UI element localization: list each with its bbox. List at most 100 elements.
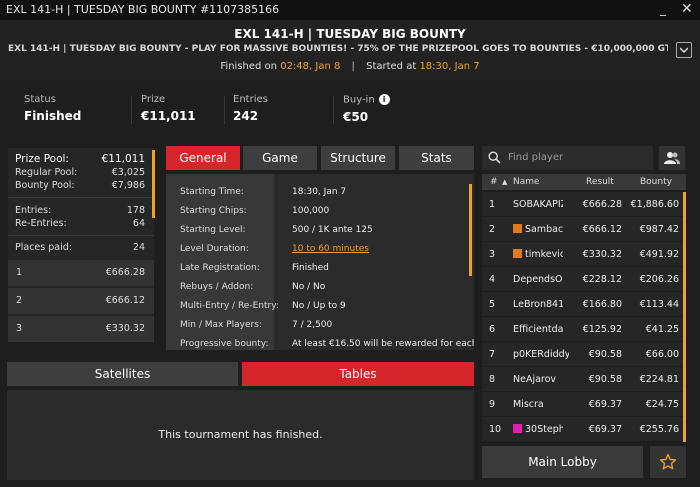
player-rank: 6 xyxy=(489,324,496,335)
leaderboard-header: # ▲ Name Result Bounty xyxy=(482,174,686,190)
tab-satellites[interactable]: Satellites xyxy=(7,362,238,386)
prize-panel: Prize Pool: €11,011 Regular Pool: €3,025… xyxy=(8,148,154,342)
leaderboard-scrollbar[interactable] xyxy=(683,192,686,442)
player-bounty: €1,886.60 xyxy=(630,199,679,210)
tab-general[interactable]: General xyxy=(166,146,240,170)
result-header[interactable]: Result xyxy=(586,177,614,187)
player-row[interactable]: 2 Sambacrew €666.12 €987.42 xyxy=(482,217,686,241)
prize-label: Prize xyxy=(141,94,166,105)
favorite-button[interactable] xyxy=(650,446,686,478)
player-rank: 2 xyxy=(489,224,496,235)
search-input[interactable]: Find player xyxy=(508,152,563,163)
player-rank: 9 xyxy=(489,399,496,410)
bounty-header[interactable]: Bounty xyxy=(640,177,672,187)
tab-game[interactable]: Game xyxy=(243,146,317,170)
bounty-pool-value: €7,986 xyxy=(111,180,145,191)
chevron-down-icon xyxy=(679,47,689,53)
places-paid-value: 24 xyxy=(132,242,145,253)
rank-header[interactable]: # xyxy=(490,177,498,187)
detail-label: Starting Level: xyxy=(180,225,246,235)
player-row[interactable]: 4 DependsOnTheDay €228.12 €206.26 xyxy=(482,267,686,291)
player-bounty: €255.76 xyxy=(639,424,679,435)
detail-value: 100,000 xyxy=(292,206,330,216)
users-icon xyxy=(664,152,680,164)
title-bar: EXL 141-H | TUESDAY BIG BOUNTY #11073851… xyxy=(0,0,700,20)
prize-stat: Prize €11,011 xyxy=(141,94,196,123)
star-icon xyxy=(659,453,677,470)
status-stat: Status Finished xyxy=(24,94,81,123)
regular-pool-value: €3,025 xyxy=(111,167,145,178)
player-row[interactable]: 10 30Stephen €69.37 €255.76 xyxy=(482,417,686,441)
player-bounty: €987.42 xyxy=(639,224,679,235)
tournament-subtitle: EXL 141-H | TUESDAY BIG BOUNTY - PLAY FO… xyxy=(8,44,668,54)
place-rank: 2 xyxy=(16,295,23,306)
player-flag-icon xyxy=(513,224,522,233)
tab-structure[interactable]: Structure xyxy=(321,146,395,170)
started-label: Started at xyxy=(366,61,417,72)
close-button[interactable]: ✕ xyxy=(681,1,693,17)
place-row: 1 €666.28 xyxy=(8,260,154,286)
player-row[interactable]: 3 timkevich €330.32 €491.92 xyxy=(482,242,686,266)
buyin-label-row: Buy-in i xyxy=(343,94,390,106)
detail-row: Starting Time: 18:30, Jan 7 xyxy=(166,183,474,202)
tab-tables[interactable]: Tables xyxy=(242,362,474,386)
minimize-button[interactable]: _ xyxy=(660,2,666,16)
player-search[interactable]: Find player xyxy=(482,146,653,170)
tournament-times: Finished on 02:48, Jan 8 | Started at 18… xyxy=(0,61,700,72)
player-result: €90.58 xyxy=(588,374,622,385)
player-result: €166.80 xyxy=(582,299,622,310)
player-result: €125.92 xyxy=(582,324,622,335)
finished-label: Finished on xyxy=(220,61,278,72)
friends-button[interactable] xyxy=(659,146,685,170)
place-prize: €666.12 xyxy=(105,295,145,306)
player-row[interactable]: 1 SOBAKAPIZDA €666.28 €1,886.60 xyxy=(482,192,686,216)
tournament-title: EXL 141-H | TUESDAY BIG BOUNTY xyxy=(234,27,466,41)
detail-value: 18:30, Jan 7 xyxy=(292,187,347,197)
details-scrollbar[interactable] xyxy=(469,184,472,276)
place-rank: 3 xyxy=(16,323,23,334)
expand-description-button[interactable] xyxy=(676,42,692,58)
detail-label: Late Registration: xyxy=(180,263,260,273)
player-name: Miscra xyxy=(513,399,544,410)
detail-label: Starting Chips: xyxy=(180,206,247,216)
player-row[interactable]: 5 LeBron841 €166.80 €113.44 xyxy=(482,292,686,316)
prize-value: €11,011 xyxy=(141,109,196,123)
name-header[interactable]: Name xyxy=(513,177,540,187)
sort-up-icon[interactable]: ▲ xyxy=(502,178,507,186)
player-name: 30Stephen xyxy=(525,424,563,435)
detail-value: 500 / 1K ante 125 xyxy=(292,225,373,235)
tables-message: This tournament has finished. xyxy=(158,428,323,441)
detail-label: Progressive bounty: xyxy=(180,339,269,349)
player-name: SOBAKAPIZDA xyxy=(513,199,563,210)
player-row[interactable]: 9 Miscra €69.37 €24.75 xyxy=(482,392,686,416)
player-name: p0KERdiddy xyxy=(513,349,569,360)
player-bounty: €113.44 xyxy=(639,299,679,310)
status-label: Status xyxy=(24,94,56,105)
player-name: timkevich xyxy=(525,249,563,260)
player-row[interactable]: 8 NeAjarov €90.58 €224.81 xyxy=(482,367,686,391)
player-rank: 4 xyxy=(489,274,496,285)
finished-time: 02:48, Jan 8 xyxy=(280,61,341,72)
player-rank: 10 xyxy=(489,424,502,435)
tab-stats[interactable]: Stats xyxy=(399,146,474,170)
info-icon[interactable]: i xyxy=(378,94,390,105)
player-row[interactable]: 6 Efficientdawg €125.92 €41.25 xyxy=(482,317,686,341)
bounty-pool-row: Bounty Pool: €7,986 xyxy=(15,180,145,191)
player-row[interactable]: 7 p0KERdiddy €90.58 €66.00 xyxy=(482,342,686,366)
general-details: Starting Time: 18:30, Jan 7 Starting Chi… xyxy=(166,174,474,350)
player-rank: 1 xyxy=(489,199,496,210)
player-bounty: €24.75 xyxy=(645,399,679,410)
tables-panel: This tournament has finished. xyxy=(7,390,474,480)
main-lobby-button[interactable]: Main Lobby xyxy=(482,446,643,478)
divider xyxy=(8,197,154,198)
prize-panel-scrollbar[interactable] xyxy=(152,150,155,218)
player-result: €666.12 xyxy=(582,224,622,235)
level-duration-link[interactable]: 10 to 60 minutes xyxy=(292,244,369,254)
window-title: EXL 141-H | TUESDAY BIG BOUNTY #11073851… xyxy=(6,3,280,16)
summary-stats: Status Finished Prize €11,011 Entries 24… xyxy=(0,80,700,140)
player-name-cell: timkevich xyxy=(513,249,563,260)
times-separator: | xyxy=(351,61,355,72)
detail-row: Level Duration: 10 to 60 minutes xyxy=(166,240,474,259)
player-flag-icon xyxy=(513,424,522,433)
prize-pool-value: €11,011 xyxy=(101,153,145,165)
